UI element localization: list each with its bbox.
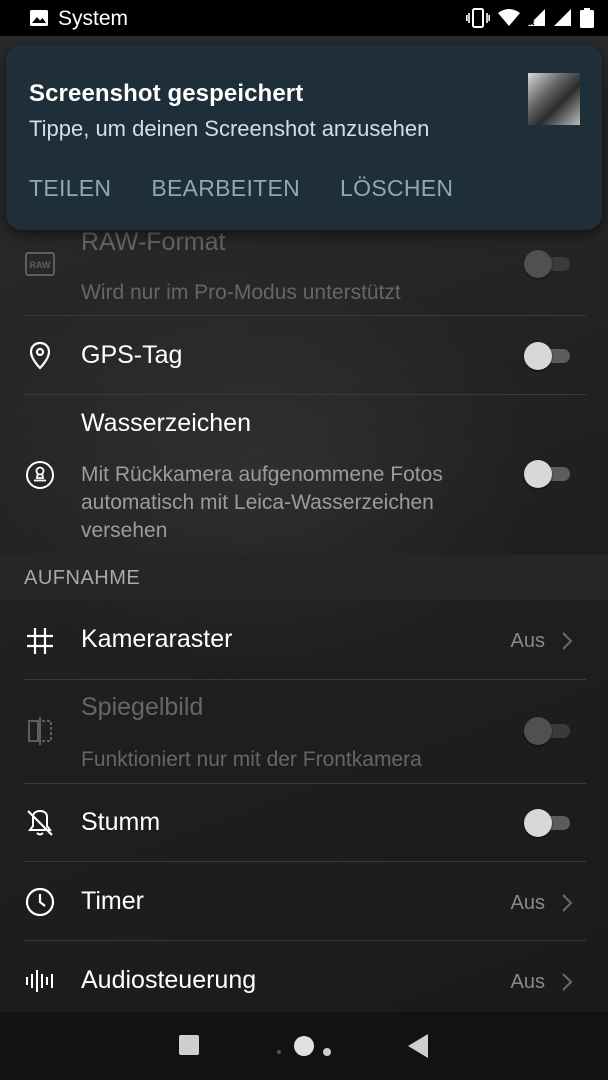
location-pin-icon [29, 341, 51, 370]
home-button[interactable] [272, 1032, 336, 1060]
wifi-icon [498, 9, 520, 26]
setting-raw-format[interactable]: RAW RAW-Format Wird nur im Pro-Modus unt… [0, 228, 608, 316]
setting-subtitle: Mit Rückkamera aufgenommene Fotos automa… [81, 463, 443, 542]
edit-button[interactable]: BEARBEITEN [151, 175, 300, 202]
mirror-image-toggle[interactable] [524, 717, 570, 745]
clock-icon [25, 887, 55, 917]
section-header-aufnahme: AUFNAHME [24, 567, 141, 589]
setting-title: GPS-Tag [81, 341, 183, 369]
image-icon [30, 10, 48, 26]
setting-value: Aus [510, 892, 545, 914]
mute-toggle[interactable] [524, 809, 570, 837]
setting-title: Kameraraster [81, 625, 233, 653]
setting-title: RAW-Format [81, 228, 226, 256]
back-button[interactable] [406, 1033, 430, 1059]
setting-gps-tag[interactable]: GPS-Tag [0, 316, 608, 395]
chevron-right-icon [562, 632, 573, 650]
setting-subtitle: Funktioniert nur mit der Frontkamera [81, 748, 422, 771]
notification-subtitle: Tippe, um deinen Screenshot anzusehen [29, 116, 430, 141]
grid-icon [27, 628, 53, 654]
setting-value: Aus [510, 971, 545, 993]
setting-value: Aus [510, 630, 545, 652]
svg-text:RAW: RAW [30, 260, 52, 270]
setting-title: Spiegelbild [81, 693, 204, 721]
delete-button[interactable]: LÖSCHEN [340, 175, 453, 202]
navigation-bar [0, 1012, 608, 1080]
status-bar: System [0, 0, 608, 36]
setting-title: Stumm [81, 808, 161, 836]
share-button[interactable]: TEILEN [29, 175, 111, 202]
signal-icon [554, 9, 571, 26]
chevron-right-icon [562, 973, 573, 991]
raw-icon: RAW [25, 252, 55, 276]
vibrate-icon [466, 8, 490, 28]
sound-wave-icon [26, 970, 53, 992]
raw-format-toggle[interactable] [524, 250, 570, 278]
screenshot-thumbnail[interactable] [528, 73, 580, 125]
setting-title: Timer [81, 887, 144, 915]
setting-audio-control[interactable]: Audiosteuerung Aus [0, 941, 608, 1020]
recents-button[interactable] [178, 1034, 200, 1056]
signal-icon [528, 9, 545, 26]
mirror-icon [28, 717, 52, 745]
mute-icon [27, 809, 53, 836]
setting-subtitle: Wird nur im Pro-Modus unterstützt [81, 281, 401, 304]
gps-tag-toggle[interactable] [524, 342, 570, 370]
watermark-toggle[interactable] [524, 460, 570, 488]
screenshot-notification[interactable]: Screenshot gespeichert Tippe, um deinen … [6, 45, 602, 230]
setting-watermark[interactable]: Wasserzeichen Mit Rückkamera aufgenommen… [0, 395, 608, 555]
status-app-name: System [58, 7, 129, 30]
setting-mute[interactable]: Stumm [0, 784, 608, 862]
notification-title: Screenshot gespeichert [29, 80, 304, 107]
battery-icon [580, 8, 594, 28]
setting-title: Audiosteuerung [81, 966, 257, 994]
setting-mirror-image[interactable]: Spiegelbild Funktioniert nur mit der Fro… [0, 680, 608, 784]
chevron-right-icon [562, 894, 573, 912]
stamp-icon [26, 461, 54, 489]
setting-camera-grid[interactable]: Kameraraster Aus [0, 601, 608, 680]
setting-timer[interactable]: Timer Aus [0, 862, 608, 941]
setting-title: Wasserzeichen [81, 409, 251, 437]
